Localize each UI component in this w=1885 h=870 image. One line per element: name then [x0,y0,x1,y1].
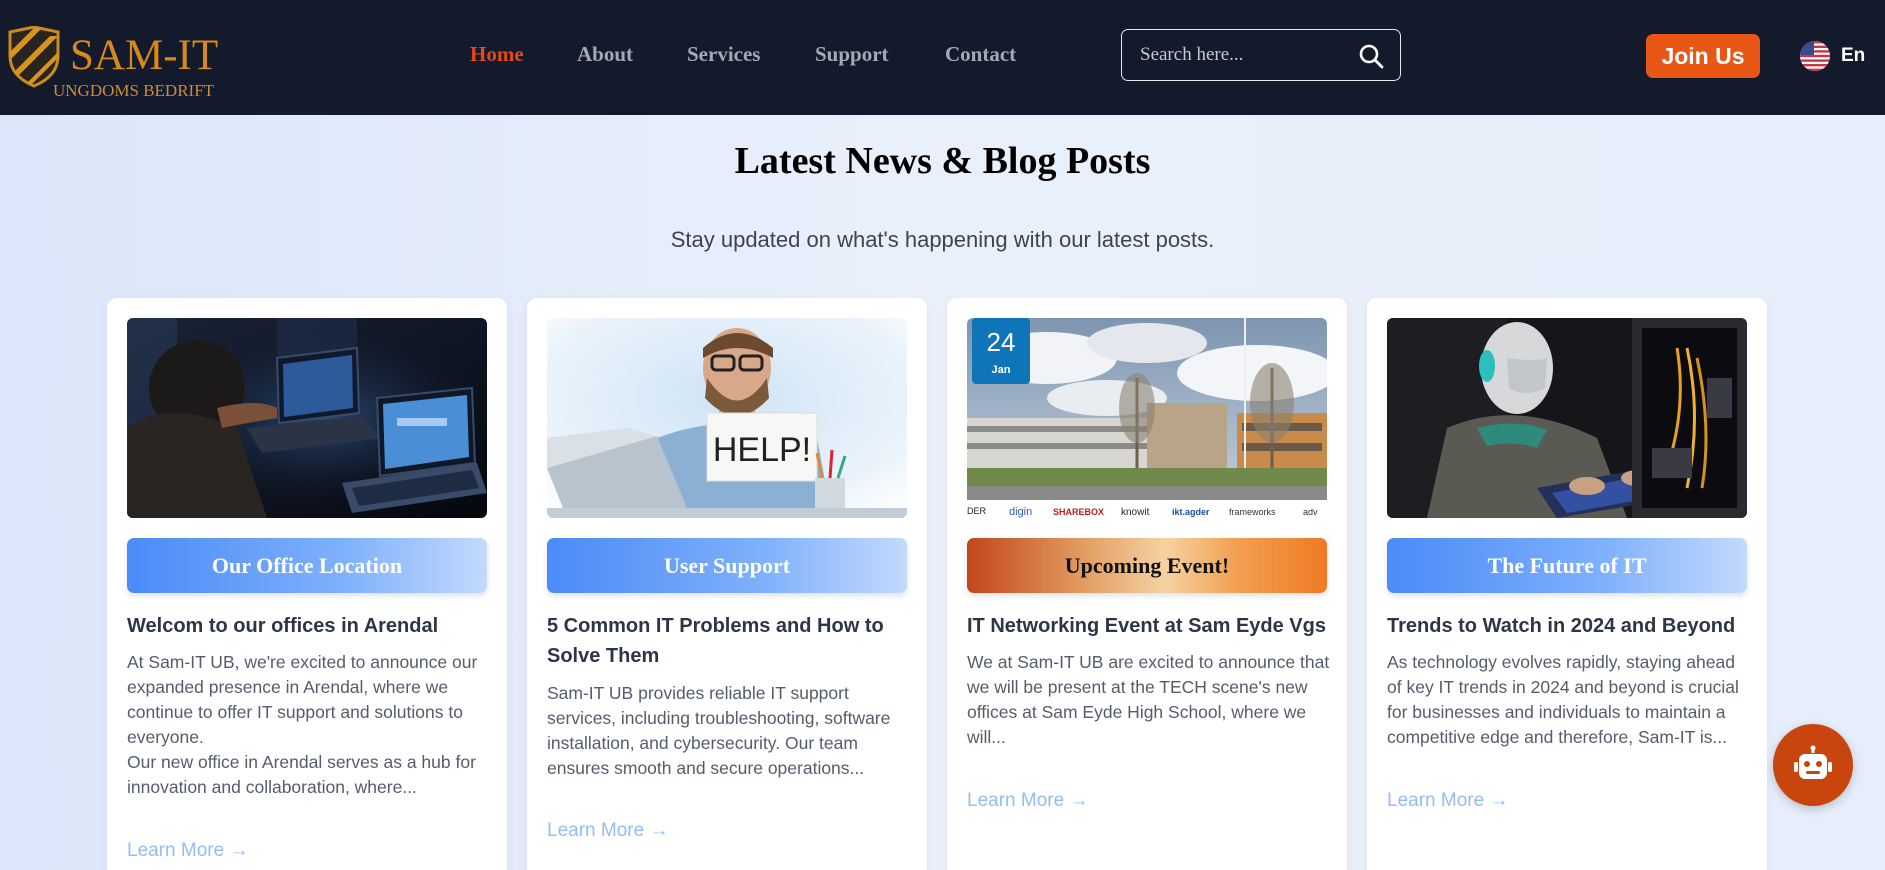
learn-more-link[interactable]: Learn More → [967,790,1088,812]
card-image-event: DER digin SHAREBOX knowit ikt.agder fram… [967,318,1327,518]
search-box [1121,29,1401,81]
section-subtitle: Stay updated on what's happening with ou… [670,227,1215,252]
card-tag: User Support [547,538,907,593]
card-tag: The Future of IT [1387,538,1747,593]
sponsor-knowit: knowit [1121,507,1150,518]
nav-contact[interactable]: Contact [945,42,1016,67]
card-excerpt: As technology evolves rapidly, staying a… [1387,652,1739,747]
learn-more-link[interactable]: Learn More → [1387,790,1508,812]
language-selector[interactable]: En [1800,40,1870,72]
search-icon[interactable] [1358,43,1384,69]
card-tag: Upcoming Event! [967,538,1327,593]
nav-support[interactable]: Support [815,42,889,67]
news-card: The Future of IT Trends to Watch in 2024… [1367,298,1767,870]
sponsor-sharebox: SHAREBOX [1053,507,1104,517]
sponsor-iktagder: ikt.agder [1172,507,1210,517]
us-flag-icon [1800,41,1830,71]
join-us-button[interactable]: Join Us [1646,34,1760,78]
sponsor-digin: digin [1009,506,1032,518]
nav-about[interactable]: About [577,42,633,67]
chatbot-button[interactable] [1773,724,1853,806]
learn-more-link[interactable]: Learn More → [127,840,248,862]
card-excerpt: At Sam-IT UB, we're excited to announce … [127,652,478,747]
sponsor-frameworks: frameworks [1229,507,1276,517]
learn-more-link[interactable]: Learn More → [547,820,668,842]
section-title: Latest News & Blog Posts [734,140,1151,182]
news-card: DER digin SHAREBOX knowit ikt.agder fram… [947,298,1347,870]
event-date-month: Jan [992,364,1011,376]
language-label: En [1841,45,1866,66]
card-title[interactable]: Trends to Watch in 2024 and Beyond [1387,611,1747,641]
brand-subtitle: UNGDOMS BEDRIFT [53,81,215,100]
brand-title: SAM-IT [70,32,219,79]
card-title[interactable]: Welcom to our offices in Arendal [127,611,487,641]
brand-logo[interactable]: SAM-IT UNGDOMS BEDRIFT [6,26,236,102]
sponsor-adv: adv [1303,507,1318,517]
card-tag: Our Office Location [127,538,487,593]
robot-icon [1794,745,1832,779]
shield-logo-icon [8,26,60,88]
nav-home[interactable]: Home [470,42,524,67]
search-input[interactable] [1140,42,1350,68]
sponsor-der: DER [967,506,987,516]
site-header: SAM-IT UNGDOMS BEDRIFT Home About Servic… [0,0,1885,115]
card-title[interactable]: 5 Common IT Problems and How to Solve Th… [547,611,907,671]
event-date-day: 24 [987,327,1016,357]
news-card: Our Office Location Welcom to our office… [107,298,507,870]
nav-services[interactable]: Services [687,42,760,67]
card-image-office [127,318,487,518]
card-title[interactable]: IT Networking Event at Sam Eyde Vgs [967,611,1327,641]
help-sign-text: HELP! [713,431,811,469]
card-image-help: HELP! [547,318,907,518]
news-card: HELP! User Support 5 Common IT Problems … [527,298,927,870]
news-section: Latest News & Blog Posts Stay updated on… [0,115,1885,870]
card-excerpt: Sam-IT UB provides reliable IT support s… [547,683,891,778]
card-excerpt: We at Sam-IT UB are excited to announce … [967,652,1330,747]
card-image-future [1387,318,1747,518]
card-excerpt-continued: Our new office in Arendal serves as a hu… [127,752,476,797]
